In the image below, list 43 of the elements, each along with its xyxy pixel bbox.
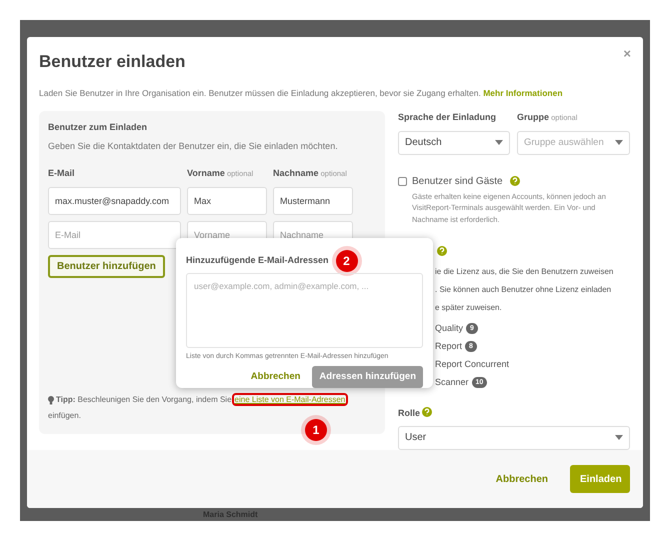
group-select[interactable]: Gruppe auswählen: [517, 130, 630, 155]
language-select[interactable]: Deutsch: [398, 130, 510, 155]
license-name: Report Concurrent: [435, 358, 510, 371]
tip-text: Beschleunigen Sie den Vorgang, indem Sie: [78, 395, 232, 404]
email-list-field[interactable]: user@example.com, admin@example.com, ...: [186, 273, 423, 348]
column-label: E-Mail: [48, 167, 76, 180]
license-name: Report: [435, 340, 462, 353]
add-user-button[interactable]: Benutzer hinzufügen: [48, 254, 165, 278]
email-list-link[interactable]: eine Liste von E-Mail-Adressen: [234, 395, 346, 404]
tip-label: Tipp:: [56, 395, 76, 404]
field-label: Rolle: [398, 407, 630, 421]
license-name: Scanner: [435, 376, 469, 388]
help-icon: [437, 246, 447, 256]
license-description: ie die Lizenz aus, die Sie den Benutzern zuweisen: [435, 266, 614, 278]
help-icon: [422, 407, 432, 418]
panel-title: Benutzer zum Einladen: [48, 121, 148, 134]
popover-cancel-button[interactable]: Abbrechen: [250, 370, 300, 384]
close-button[interactable]: ×: [623, 47, 631, 61]
text-field[interactable]: Max: [187, 186, 267, 215]
caret-icon: [495, 140, 503, 146]
dialog-title: Benutzer einladen: [39, 51, 186, 73]
guests-checkbox[interactable]: [398, 176, 407, 186]
lightbulb-icon: [48, 396, 54, 405]
text-field[interactable]: E-Mail: [48, 220, 181, 249]
caret-icon: [615, 140, 623, 146]
popover-title: Hinzuzufügende E-Mail-Adressen: [186, 254, 329, 268]
panel-subtitle: Geben Sie die Kontaktdaten der Benutzer ein, die Sie einladen möchten.: [48, 140, 339, 153]
step-marker: 2: [336, 250, 358, 272]
checkbox-label: Benutzer sind Gäste: [412, 174, 503, 189]
dialog-description: Laden Sie Benutzer in Ihre Organisation ein. Benutzer müssen die Einladung akzeptieren, bevor sie Zugang erhalten. Mehr Informationen: [38, 86, 564, 100]
field-label: Sprache der Einladung: [398, 111, 498, 124]
more-info-link[interactable]: Mehr Informationen: [483, 88, 563, 98]
cancel-button[interactable]: Abbrechen: [496, 472, 548, 486]
caret-icon: [615, 435, 623, 440]
role-select[interactable]: User: [398, 426, 630, 450]
help-icon: [510, 176, 520, 186]
license-name: Quality: [435, 322, 464, 335]
text-field[interactable]: max.muster@snapaddy.com: [48, 186, 181, 215]
license-description: e später zuweisen.: [435, 302, 502, 314]
invite-button[interactable]: Einladen: [570, 465, 630, 493]
tip-end: einfügen.: [48, 411, 81, 420]
text-field[interactable]: Mustermann: [273, 186, 353, 215]
license-description: . Sie können auch Benutzer ohne Lizenz einladen: [435, 284, 612, 296]
